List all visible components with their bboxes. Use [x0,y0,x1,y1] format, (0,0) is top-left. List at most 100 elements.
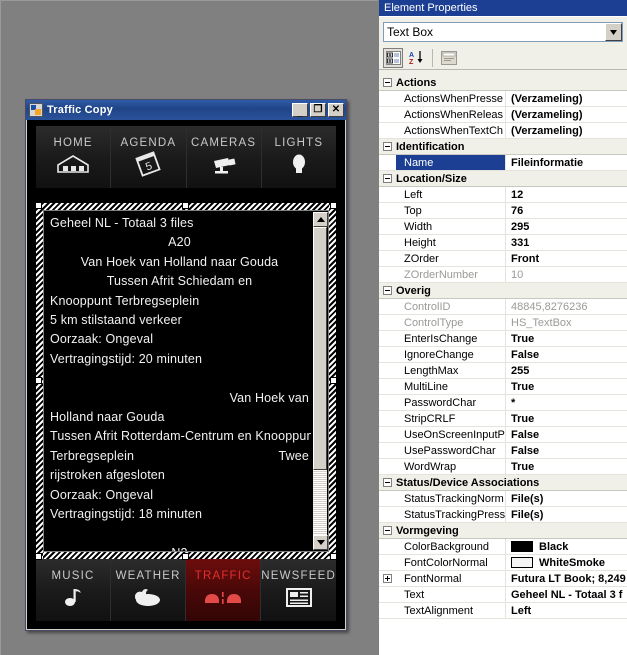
property-row[interactable]: ActionsWhenReleas (Verzameling) [379,107,627,123]
property-value[interactable]: Front [506,251,627,266]
collapse-icon[interactable] [379,142,396,151]
property-row[interactable]: ControlType HS_TextBox [379,315,627,331]
property-value[interactable]: True [506,379,627,394]
close-button[interactable]: ✕ [328,103,344,117]
property-row[interactable]: Top 76 [379,203,627,219]
resize-handle-se[interactable] [330,553,337,560]
property-value[interactable]: File(s) [506,507,627,522]
property-value[interactable]: Fileinformatie [506,155,627,170]
property-value[interactable]: True [506,331,627,346]
expand-icon[interactable] [379,571,396,586]
property-value[interactable]: 331 [506,235,627,250]
property-row[interactable]: ColorBackground Black [379,539,627,555]
property-value[interactable]: * [506,395,627,410]
property-category[interactable]: Status/Device Associations [379,475,627,491]
property-value[interactable]: HS_TextBox [506,315,627,330]
collapse-icon[interactable] [379,478,396,487]
textbox-content[interactable]: Geheel NL - Totaal 3 files A20 Van Hoek va… [44,211,311,551]
resize-handle-s[interactable] [182,553,189,560]
property-row[interactable]: MultiLine True [379,379,627,395]
resize-handle-nw[interactable] [35,202,42,209]
property-row[interactable]: Text Geheel NL - Totaal 3 f [379,587,627,603]
property-value[interactable]: 10 [506,267,627,282]
property-category[interactable]: Vormgeving [379,523,627,539]
property-value[interactable]: 12 [506,187,627,202]
resize-handle-sw[interactable] [35,553,42,560]
property-row[interactable]: StripCRLF True [379,411,627,427]
collapse-icon[interactable] [379,526,396,535]
property-row[interactable]: IgnoreChange False [379,347,627,363]
property-row[interactable]: ControlID 48845,8276236 [379,299,627,315]
property-row[interactable]: Height 331 [379,235,627,251]
property-value[interactable]: (Verzameling) [506,123,627,138]
property-row[interactable]: ActionsWhenTextCh (Verzameling) [379,123,627,139]
maximize-button[interactable]: ❐ [310,103,326,117]
collapse-icon[interactable] [379,78,396,87]
alphabetical-sort-button[interactable]: A Z [406,48,426,68]
property-value[interactable]: 255 [506,363,627,378]
minimize-button[interactable]: _ [292,103,308,118]
property-row[interactable]: UseOnScreenInputP False [379,427,627,443]
property-category[interactable]: Location/Size [379,171,627,187]
textbox-scrollbar[interactable] [311,211,328,551]
nav-item-cameras[interactable]: CAMERAS [187,126,262,188]
property-value[interactable]: True [506,411,627,426]
property-value[interactable]: 295 [506,219,627,234]
property-value[interactable]: (Verzameling) [506,91,627,106]
property-value[interactable]: Black [506,539,627,554]
property-row[interactable]: ZOrder Front [379,251,627,267]
property-value[interactable]: Futura LT Book; 8,249 [506,571,627,586]
property-value[interactable]: False [506,443,627,458]
property-row[interactable]: UsePasswordChar False [379,443,627,459]
property-row[interactable]: FontNormal Futura LT Book; 8,249 [379,571,627,587]
property-value[interactable]: (Verzameling) [506,107,627,122]
property-row[interactable]: Name Fileinformatie [379,155,627,171]
scrollbar-thumb[interactable] [313,227,327,470]
nav-item-home[interactable]: HOME [36,126,112,188]
collapse-icon[interactable] [379,174,396,183]
property-value[interactable]: File(s) [506,491,627,506]
textbox-selection[interactable]: Geheel NL - Totaal 3 files A20 Van Hoek va… [35,202,337,560]
nav-item-newsfeed[interactable]: NEWSFEED [261,559,336,621]
property-value[interactable]: False [506,347,627,362]
property-value[interactable]: Left [506,603,627,618]
collapse-icon[interactable] [379,286,396,295]
resize-handle-w[interactable] [35,377,42,384]
chevron-down-icon[interactable] [605,23,622,41]
property-row[interactable]: WordWrap True [379,459,627,475]
property-row[interactable]: FontColorNormal WhiteSmoke [379,555,627,571]
property-row[interactable]: Width 295 [379,219,627,235]
property-grid[interactable]: Actions ActionsWhenPresse (Verzameling) Act… [379,75,627,655]
nav-item-weather[interactable]: WEATHER [111,559,187,621]
window-titlebar[interactable]: Traffic Copy _ ❐ ✕ [26,100,346,120]
fileinformatie-textbox[interactable]: Geheel NL - Totaal 3 files A20 Van Hoek va… [43,210,329,552]
property-row[interactable]: StatusTrackingNorm File(s) [379,491,627,507]
property-value[interactable]: 48845,8276236 [506,299,627,314]
property-row[interactable]: LengthMax 255 [379,363,627,379]
scroll-down-button[interactable] [313,535,328,550]
property-value[interactable]: 76 [506,203,627,218]
property-category[interactable]: Identification [379,139,627,155]
scroll-up-button[interactable] [313,212,328,227]
property-value[interactable]: False [506,427,627,442]
property-value[interactable]: WhiteSmoke [506,555,627,570]
property-row[interactable]: ZOrderNumber 10 [379,267,627,283]
property-row[interactable]: EnterIsChange True [379,331,627,347]
property-category[interactable]: Overig [379,283,627,299]
property-value[interactable]: True [506,459,627,474]
nav-item-music[interactable]: MUSIC [36,559,112,621]
nav-item-lights[interactable]: LIGHTS [262,126,336,188]
resize-handle-n[interactable] [182,202,189,209]
design-canvas[interactable]: Traffic Copy _ ❐ ✕ HOME AGENDA 5 CAMERAS… [0,0,378,655]
property-pages-button[interactable] [439,48,459,68]
property-row[interactable]: PasswordChar * [379,395,627,411]
resize-handle-ne[interactable] [330,202,337,209]
object-type-dropdown[interactable]: Text Box [383,22,623,42]
nav-item-traffic[interactable]: TRAFFIC [186,559,262,621]
property-row[interactable]: ActionsWhenPresse (Verzameling) [379,91,627,107]
property-row[interactable]: TextAlignment Left [379,603,627,619]
categorized-view-button[interactable] [383,47,403,68]
property-value[interactable]: Geheel NL - Totaal 3 f [506,587,627,602]
traffic-copy-window[interactable]: Traffic Copy _ ❐ ✕ HOME AGENDA 5 CAMERAS… [25,99,347,631]
nav-item-agenda[interactable]: AGENDA 5 [111,126,187,188]
